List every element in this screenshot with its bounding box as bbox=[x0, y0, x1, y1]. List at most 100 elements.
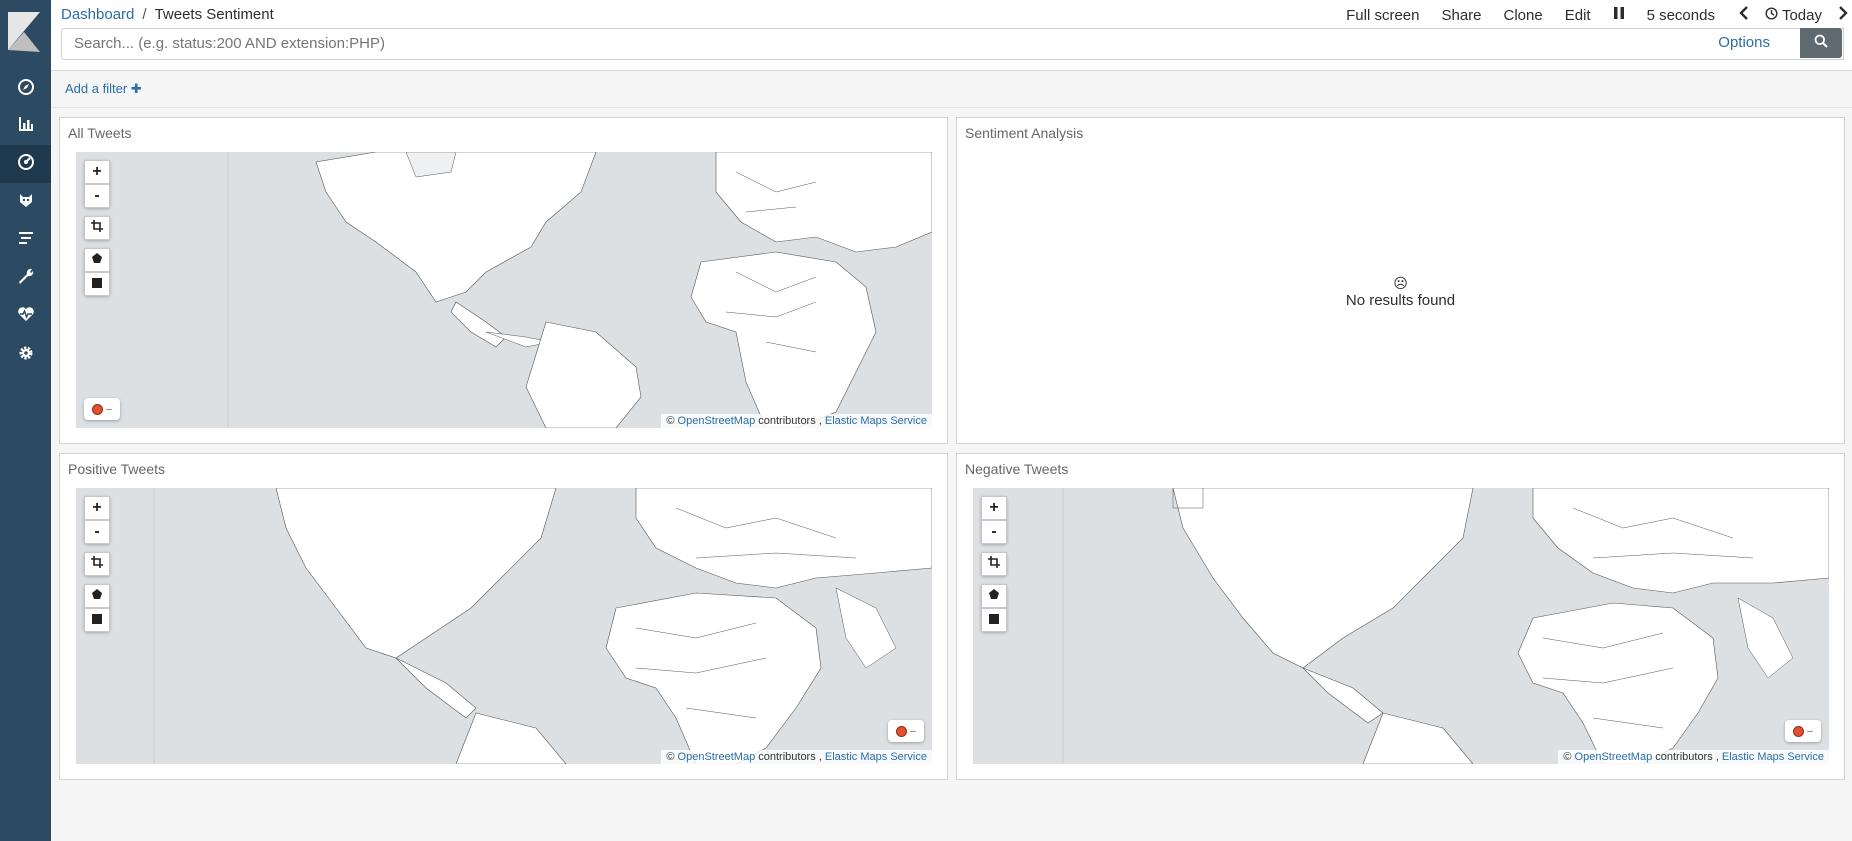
time-forward-button[interactable] bbox=[1838, 6, 1848, 24]
pause-button[interactable] bbox=[1613, 6, 1625, 24]
fit-data-bounds-button[interactable] bbox=[84, 552, 110, 576]
draw-polygon-button[interactable] bbox=[84, 248, 110, 272]
legend-marker-icon bbox=[1793, 725, 1805, 737]
zoom-in-button[interactable]: + bbox=[84, 496, 110, 520]
legend-label: – bbox=[1807, 725, 1813, 737]
openstreetmap-link[interactable]: OpenStreetMap bbox=[1575, 751, 1653, 763]
panel-title: Negative Tweets bbox=[965, 461, 1069, 477]
devtools-nav[interactable] bbox=[0, 259, 51, 297]
page-title: Tweets Sentiment bbox=[154, 6, 274, 23]
gear-icon bbox=[17, 344, 35, 367]
elastic-maps-service-link[interactable]: Elastic Maps Service bbox=[825, 415, 927, 427]
visualize-nav[interactable] bbox=[0, 107, 51, 145]
map-controls: + - bbox=[84, 496, 110, 640]
query-bar bbox=[61, 28, 1844, 60]
apm-nav[interactable] bbox=[0, 221, 51, 259]
management-nav[interactable] bbox=[0, 336, 51, 374]
full-screen-button[interactable]: Full screen bbox=[1346, 7, 1419, 24]
refresh-interval-button[interactable]: 5 seconds bbox=[1647, 7, 1715, 24]
no-results-message: ☹ No results found bbox=[957, 276, 1844, 309]
zoom-out-button[interactable]: - bbox=[84, 184, 110, 208]
coordinate-map[interactable]: + - – © OpenStreetMap contributors , Ela… bbox=[76, 152, 932, 428]
fit-bounds-control bbox=[84, 552, 110, 576]
top-menu: Full screen Share Clone Edit 5 seconds T… bbox=[1324, 4, 1852, 26]
time-picker-button[interactable]: Today bbox=[1765, 7, 1822, 24]
fit-data-bounds-button[interactable] bbox=[981, 552, 1007, 576]
square-icon bbox=[92, 611, 102, 629]
panel-title: Sentiment Analysis bbox=[965, 125, 1084, 141]
draw-controls bbox=[981, 584, 1007, 632]
zoom-controls: + - bbox=[84, 496, 110, 544]
clone-button[interactable]: Clone bbox=[1504, 7, 1543, 24]
draw-controls bbox=[84, 248, 110, 296]
zoom-in-button[interactable]: + bbox=[981, 496, 1007, 520]
breadcrumb-dashboard-link[interactable]: Dashboard bbox=[61, 6, 134, 23]
share-button[interactable]: Share bbox=[1441, 7, 1481, 24]
kibana-logo[interactable] bbox=[0, 0, 51, 59]
elastic-maps-service-link[interactable]: Elastic Maps Service bbox=[1722, 751, 1824, 763]
filter-bar: Add a filter ✚ bbox=[51, 71, 1852, 108]
attribution-copyright: © bbox=[666, 415, 675, 427]
draw-rectangle-button[interactable] bbox=[84, 272, 110, 296]
pentagon-icon bbox=[91, 251, 103, 269]
monitoring-nav[interactable] bbox=[0, 297, 51, 335]
crop-icon bbox=[91, 555, 103, 573]
sidebar bbox=[0, 0, 51, 841]
zoom-controls: + - bbox=[981, 496, 1007, 544]
breadcrumb: Dashboard / Tweets Sentiment bbox=[61, 6, 274, 24]
openstreetmap-link[interactable]: OpenStreetMap bbox=[678, 415, 756, 427]
openstreetmap-link[interactable]: OpenStreetMap bbox=[678, 751, 756, 763]
timelion-nav[interactable] bbox=[0, 183, 51, 221]
search-input[interactable] bbox=[62, 29, 1726, 57]
square-icon bbox=[989, 611, 999, 629]
chevron-left-icon bbox=[1739, 6, 1749, 24]
search-submit-button[interactable] bbox=[1800, 28, 1842, 58]
draw-rectangle-button[interactable] bbox=[981, 608, 1007, 632]
attribution-contributors: contributors , bbox=[758, 751, 822, 763]
attribution-contributors: contributors , bbox=[1655, 751, 1719, 763]
time-back-button[interactable] bbox=[1739, 6, 1749, 24]
edit-button[interactable]: Edit bbox=[1565, 7, 1591, 24]
coordinate-map[interactable]: + - – © OpenStreetMap contributors , Ela… bbox=[76, 488, 932, 764]
zoom-controls: + - bbox=[84, 160, 110, 208]
map-land bbox=[227, 152, 932, 428]
square-icon bbox=[92, 275, 102, 293]
legend-marker-icon bbox=[896, 725, 908, 737]
attribution-contributors: contributors , bbox=[758, 415, 822, 427]
search-icon bbox=[1814, 34, 1828, 53]
discover-nav[interactable] bbox=[0, 70, 51, 108]
timelion-icon bbox=[17, 191, 35, 214]
panel-sentiment-analysis: Sentiment Analysis ☹ No results found bbox=[956, 117, 1845, 444]
top-navigation-bar: Dashboard / Tweets Sentiment Full screen S… bbox=[51, 0, 1852, 71]
map-attribution: © OpenStreetMap contributors , Elastic M… bbox=[661, 414, 932, 428]
map-attribution: © OpenStreetMap contributors , Elastic M… bbox=[1558, 750, 1829, 764]
draw-polygon-button[interactable] bbox=[981, 584, 1007, 608]
draw-polygon-button[interactable] bbox=[84, 584, 110, 608]
zoom-out-button[interactable]: - bbox=[981, 520, 1007, 544]
coordinate-map[interactable]: + - – © OpenStreetMap contributors , Ela… bbox=[973, 488, 1829, 764]
crop-icon bbox=[988, 555, 1000, 573]
pentagon-icon bbox=[91, 587, 103, 605]
fit-data-bounds-button[interactable] bbox=[84, 216, 110, 240]
draw-rectangle-button[interactable] bbox=[84, 608, 110, 632]
panel-title: All Tweets bbox=[68, 125, 132, 141]
chevron-right-icon bbox=[1838, 6, 1848, 24]
attribution-copyright: © bbox=[666, 751, 675, 763]
zoom-out-button[interactable]: - bbox=[84, 520, 110, 544]
zoom-in-button[interactable]: + bbox=[84, 160, 110, 184]
sad-face-icon: ☹ bbox=[1393, 275, 1408, 291]
map-controls: + - bbox=[981, 496, 1007, 640]
time-range-label: Today bbox=[1781, 6, 1822, 24]
attribution-copyright: © bbox=[1563, 751, 1572, 763]
map-land bbox=[153, 488, 932, 764]
add-filter-button[interactable]: Add a filter ✚ bbox=[65, 81, 142, 97]
map-land bbox=[1062, 488, 1829, 764]
breadcrumb-separator: / bbox=[142, 6, 147, 23]
pentagon-icon bbox=[988, 587, 1000, 605]
panel-all-tweets: All Tweets + - – © OpenStreetMap contrib… bbox=[59, 117, 948, 444]
legend-label: – bbox=[106, 403, 112, 415]
dashboard-nav[interactable] bbox=[0, 145, 51, 183]
query-options-button[interactable]: Options bbox=[1718, 34, 1770, 51]
map-controls: + - bbox=[84, 160, 110, 304]
elastic-maps-service-link[interactable]: Elastic Maps Service bbox=[825, 751, 927, 763]
